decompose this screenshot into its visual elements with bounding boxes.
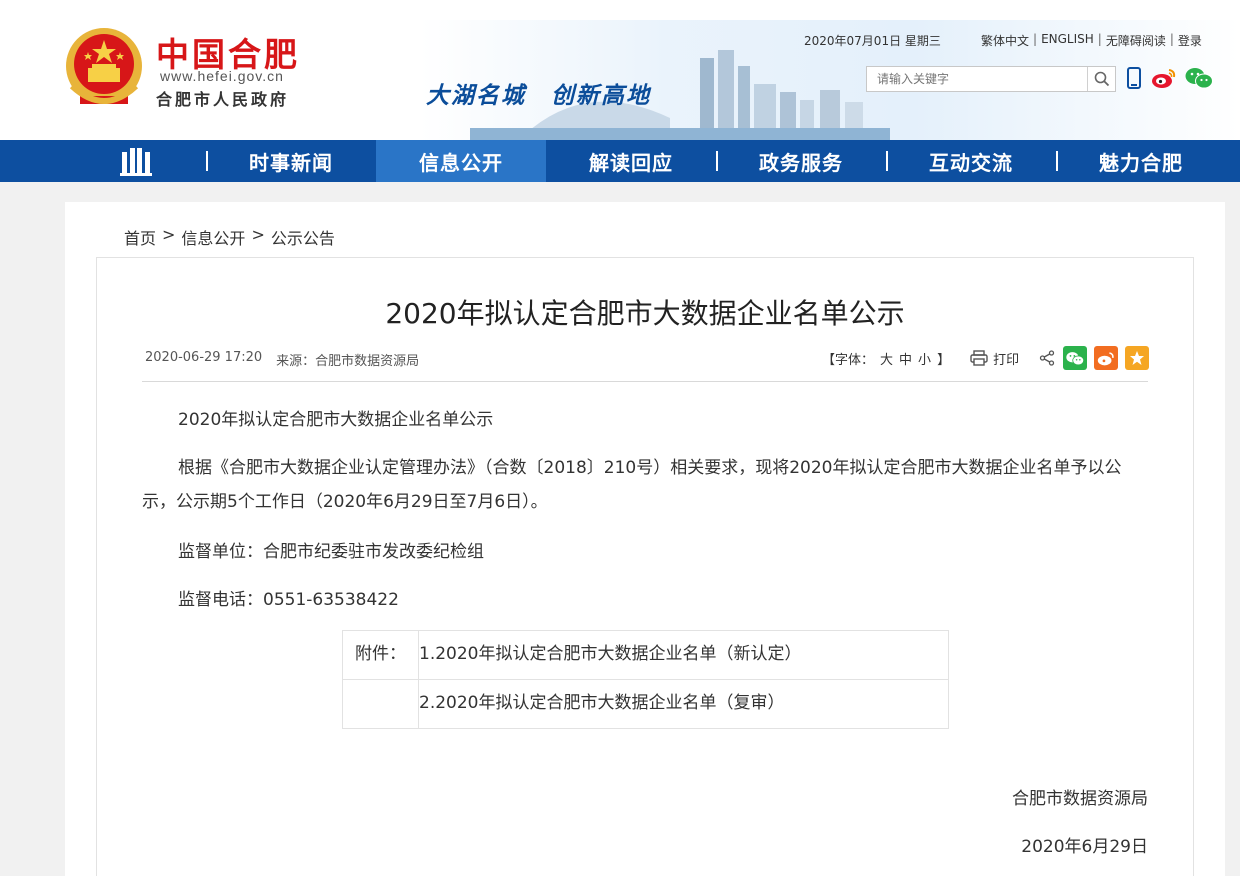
breadcrumb: 首页 > 信息公开 > 公示公告 [124, 225, 335, 249]
weibo-icon [1097, 351, 1114, 365]
article-source: 来源：合肥市数据资源局 [276, 354, 420, 369]
font-size-large[interactable]: 大 [880, 349, 893, 368]
current-date: 2020年07月01日 星期三 [804, 34, 941, 48]
font-size-small[interactable]: 小 [918, 349, 931, 368]
nav-home[interactable] [0, 140, 206, 182]
font-size-control: 【字体： 大 中 小 】 [822, 349, 950, 368]
search-box [866, 66, 1116, 92]
breadcrumb-info-public[interactable]: 信息公开 [181, 225, 245, 249]
article-tools: 【字体： 大 中 小 】 打印 [822, 346, 1150, 370]
nav-divider [1056, 151, 1058, 171]
link-separator: | [1097, 32, 1102, 46]
article-paragraph-4: 监督电话：0551-63538422 [178, 590, 399, 610]
nav-label: 信息公开 [419, 150, 503, 175]
main-navigation: 时事新闻 信息公开 解读回应 政务服务 互动交流 魅力合肥 [0, 140, 1240, 182]
nav-label: 解读回应 [589, 150, 673, 175]
link-accessibility[interactable]: 无障碍阅读 [1106, 32, 1166, 49]
attachment-row: 附件： 1.2020年拟认定合肥市大数据企业名单（新认定） [342, 630, 949, 680]
share-weibo-button[interactable] [1094, 346, 1119, 370]
nav-item-charm-hefei[interactable]: 魅力合肥 [1056, 140, 1226, 182]
share-wechat-button[interactable] [1063, 346, 1088, 370]
nav-label: 魅力合肥 [1099, 150, 1183, 175]
article-meta: 2020-06-29 17:20 来源：合肥市数据资源局 [145, 350, 419, 369]
weibo-button[interactable] [1150, 66, 1178, 90]
wechat-button[interactable] [1184, 66, 1214, 90]
breadcrumb-separator: > [162, 225, 176, 244]
signature-org: 合肥市数据资源局 [1012, 789, 1148, 809]
nav-label: 时事新闻 [249, 150, 333, 175]
link-separator: | [1169, 32, 1174, 46]
font-size-label: 【字体： [822, 352, 875, 368]
nav-divider [716, 151, 718, 171]
link-login[interactable]: 登录 [1178, 32, 1202, 49]
font-size-close: 】 [937, 352, 951, 368]
nav-item-info-public[interactable]: 信息公开 [376, 140, 546, 182]
share-icon [1039, 350, 1055, 366]
nav-item-gov-service[interactable]: 政务服务 [716, 140, 886, 182]
nav-item-interaction[interactable]: 互动交流 [886, 140, 1056, 182]
site-header: 中国合肥 www.hefei.gov.cn 合肥市人民政府 大湖名城 创新高地 … [0, 0, 1240, 140]
article-paragraph-1: 2020年拟认定合肥市大数据企业名单公示 [178, 410, 494, 430]
attachment-link-review[interactable]: 2.2020年拟认定合肥市大数据企业名单（复审） [419, 693, 784, 713]
article-title: 2020年拟认定合肥市大数据企业名单公示 [385, 297, 905, 330]
site-logo-url: www.hefei.gov.cn [160, 68, 284, 84]
print-icon [970, 350, 988, 366]
nav-divider [206, 151, 208, 171]
home-building-icon [120, 148, 152, 176]
nav-item-interpretation[interactable]: 解读回应 [546, 140, 716, 182]
breadcrumb-home[interactable]: 首页 [124, 225, 156, 249]
header-slogan: 大湖名城 创新高地 [426, 83, 651, 109]
article-datetime: 2020-06-29 17:20 [145, 350, 263, 365]
meta-divider [142, 381, 1148, 382]
nav-label: 政务服务 [759, 150, 843, 175]
link-traditional-chinese[interactable]: 繁体中文 [981, 32, 1029, 49]
link-separator: | [1033, 32, 1038, 46]
print-button[interactable]: 打印 [970, 349, 1019, 368]
print-label: 打印 [993, 352, 1020, 368]
share-toggle[interactable] [1039, 350, 1055, 366]
nav-divider [886, 151, 888, 171]
attachment-cell: 1.2020年拟认定合肥市大数据企业名单（新认定） [418, 630, 949, 680]
link-english[interactable]: ENGLISH [1041, 32, 1094, 49]
wechat-icon [1185, 68, 1213, 89]
search-icon [1094, 71, 1109, 87]
attachments-label: 附件： [342, 630, 419, 680]
national-emblem-icon [66, 28, 142, 104]
attachment-link-new[interactable]: 1.2020年拟认定合肥市大数据企业名单（新认定） [419, 644, 801, 664]
article-paragraph-2: 根据《合肥市大数据企业认定管理办法》（合数〔2018〕210号）相关要求，现将2… [142, 458, 1122, 512]
article-paragraph-3: 监督单位：合肥市纪委驻市发改委纪检组 [178, 542, 484, 562]
search-button[interactable] [1087, 67, 1115, 91]
mobile-phone-icon [1127, 67, 1141, 89]
site-logo-subtitle: 合肥市人民政府 [156, 90, 290, 109]
search-input[interactable] [867, 67, 1087, 91]
wechat-icon [1066, 351, 1085, 365]
attachments-table: 附件： 1.2020年拟认定合肥市大数据企业名单（新认定） 2.2020年拟认定… [342, 630, 949, 729]
nav-item-news[interactable]: 时事新闻 [206, 140, 376, 182]
font-size-medium[interactable]: 中 [899, 349, 912, 368]
attachment-row: 2.2020年拟认定合肥市大数据企业名单（复审） [342, 679, 949, 729]
share-favorite-button[interactable] [1125, 346, 1150, 370]
nav-label: 互动交流 [929, 150, 1013, 175]
weibo-icon [1152, 69, 1176, 88]
attachment-cell: 2.2020年拟认定合肥市大数据企业名单（复审） [418, 679, 949, 729]
star-icon [1130, 351, 1145, 365]
top-links: 繁体中文 | ENGLISH | 无障碍阅读 | 登录 [981, 32, 1202, 49]
breadcrumb-separator: > [251, 225, 265, 244]
breadcrumb-announcements[interactable]: 公示公告 [271, 225, 335, 249]
signature-date: 2020年6月29日 [1021, 837, 1148, 857]
attachments-label-empty [342, 679, 419, 729]
mobile-app-button[interactable] [1126, 66, 1142, 90]
